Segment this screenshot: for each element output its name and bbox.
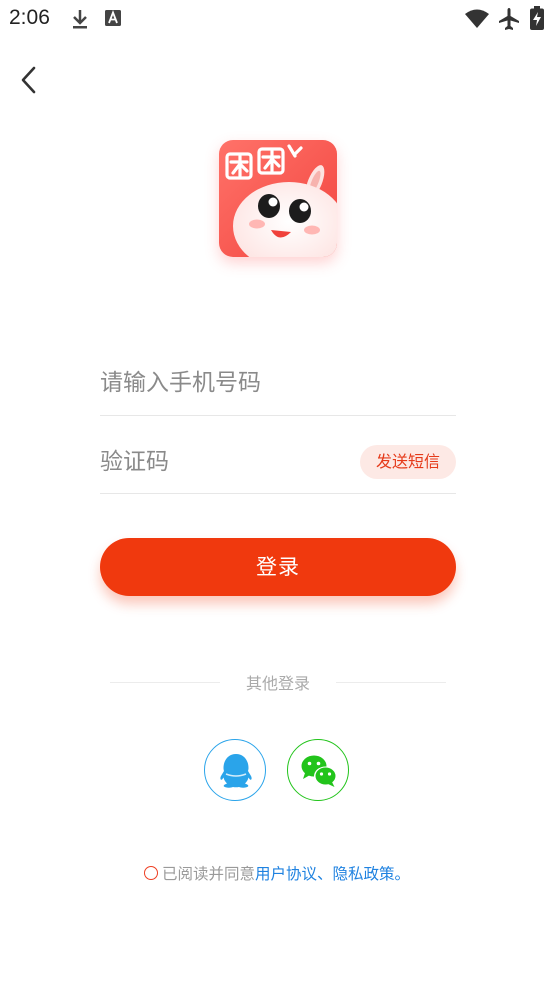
- download-icon: [73, 10, 87, 29]
- battery-charging-icon: [530, 6, 544, 30]
- send-sms-button[interactable]: 发送短信: [359, 445, 456, 479]
- phone-input[interactable]: [100, 370, 440, 396]
- user-agreement-link[interactable]: 用户协议: [255, 865, 317, 883]
- agreement-prefix: 已阅读并同意: [161, 865, 255, 883]
- privacy-policy-link[interactable]: 隐私政策: [333, 865, 395, 883]
- app-logo: [219, 140, 337, 257]
- login-button[interactable]: 登录: [100, 538, 456, 596]
- app-logo-image: [219, 140, 337, 257]
- other-login-label: 其他登录: [245, 674, 310, 693]
- status-time: 2:06: [9, 6, 50, 29]
- divider-left: [110, 682, 220, 683]
- wechat-login-button[interactable]: [287, 739, 349, 801]
- agreement-row: 已阅读并同意用户协议、隐私政策。: [0, 862, 554, 884]
- wechat-icon: [301, 755, 337, 787]
- phone-field: [100, 362, 456, 416]
- qq-icon: [220, 754, 252, 788]
- qq-login-button[interactable]: [204, 739, 266, 801]
- airplane-icon: [499, 8, 519, 30]
- status-bar: 2:06: [0, 0, 554, 38]
- code-field: 发送短信: [100, 440, 456, 494]
- font-a-icon: [105, 9, 121, 26]
- agree-radio[interactable]: [143, 866, 158, 880]
- divider-right: [336, 682, 446, 683]
- agreement-separator: 、: [316, 865, 333, 883]
- chevron-left-icon: [21, 66, 36, 94]
- wifi-icon: [465, 9, 489, 28]
- verification-code-input[interactable]: [100, 449, 350, 475]
- back-button[interactable]: [12, 60, 48, 100]
- agreement-suffix: 。: [394, 865, 411, 883]
